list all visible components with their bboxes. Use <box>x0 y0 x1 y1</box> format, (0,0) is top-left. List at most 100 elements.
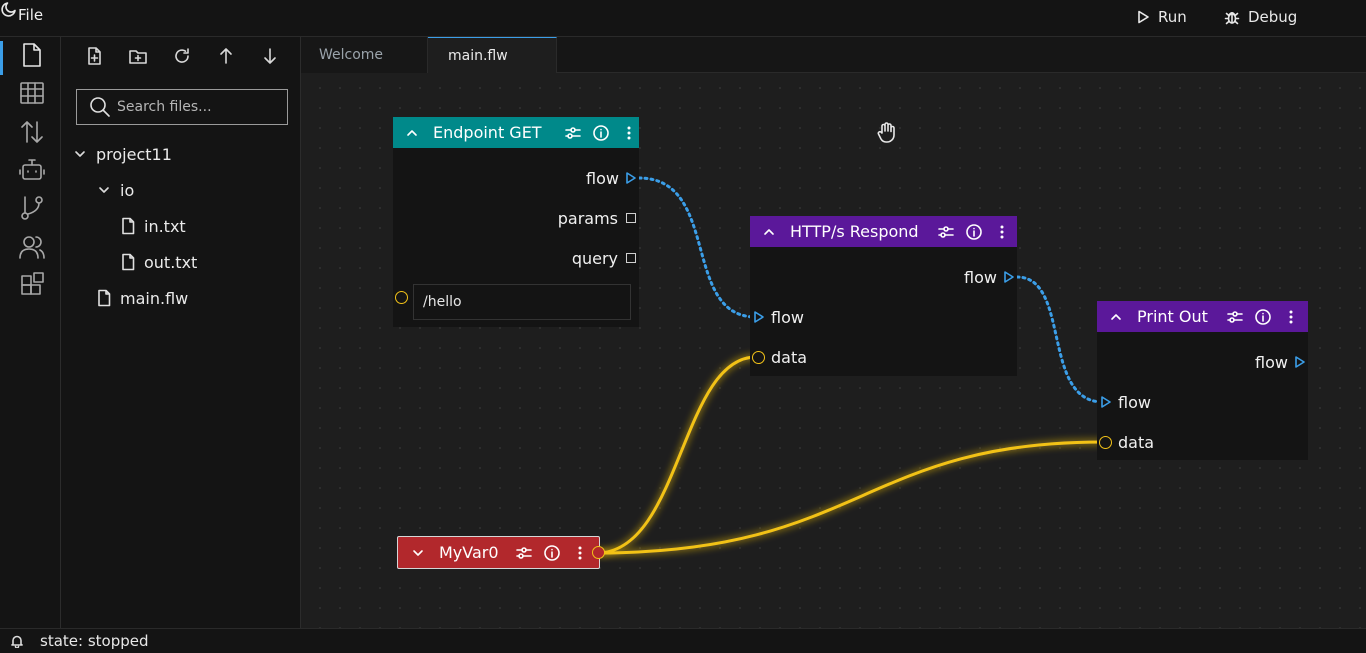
node-header[interactable]: Print Out <box>1097 301 1308 332</box>
data-input-port[interactable]: data <box>752 346 807 368</box>
search-icon <box>90 97 110 117</box>
node-title: Endpoint GET <box>433 123 542 142</box>
http-respond-node[interactable]: HTTP/s Respond flow flow data <box>750 216 1017 376</box>
port-label: data <box>1118 432 1155 452</box>
params-port-box[interactable] <box>626 213 636 223</box>
tab-welcome[interactable]: Welcome <box>301 37 428 73</box>
tree-file-in[interactable]: in.txt <box>120 214 186 238</box>
flow-input-port[interactable]: flow <box>753 306 804 328</box>
flow-input-port[interactable]: flow <box>1100 391 1151 413</box>
node-title: HTTP/s Respond <box>790 222 919 241</box>
more-vertical-icon[interactable] <box>1282 308 1300 326</box>
chevron-up-icon[interactable] <box>406 127 418 139</box>
menu-file[interactable]: File <box>18 6 43 24</box>
chevron-down-icon[interactable] <box>412 547 424 559</box>
print-out-node[interactable]: Print Out flow flow data <box>1097 301 1308 460</box>
path-input-port[interactable] <box>395 291 408 304</box>
more-vertical-icon[interactable] <box>571 544 589 562</box>
search-box[interactable] <box>76 89 288 125</box>
sort-icon[interactable] <box>18 118 46 146</box>
moon-icon <box>1 2 16 17</box>
debug-button[interactable]: Debug <box>1224 8 1297 26</box>
query-port-box[interactable] <box>626 253 636 263</box>
tree-folder-io[interactable]: io <box>98 178 134 202</box>
data-port-circle[interactable] <box>1099 435 1112 449</box>
node-header[interactable]: HTTP/s Respond <box>750 216 1017 247</box>
port-label: query <box>571 248 618 268</box>
tree-label: main.flw <box>120 288 189 308</box>
extensions-icon[interactable] <box>18 271 46 299</box>
flow-output-port[interactable]: flow <box>964 266 1015 288</box>
files-icon[interactable] <box>18 41 46 69</box>
flow-output-port[interactable]: flow <box>1255 351 1306 373</box>
new-folder-icon[interactable] <box>128 46 148 66</box>
myvar-node[interactable]: MyVar0 <box>397 536 605 569</box>
data-port-circle[interactable] <box>752 350 765 364</box>
status-text: state: stopped <box>40 632 149 650</box>
port-label: params <box>557 208 618 228</box>
settings-sliders-icon[interactable] <box>1226 308 1244 326</box>
tree-file-out[interactable]: out.txt <box>120 250 197 274</box>
settings-sliders-icon[interactable] <box>564 124 582 142</box>
flow-wire-endpoint-to-http[interactable] <box>637 176 758 319</box>
arrow-down-icon[interactable] <box>260 46 280 66</box>
info-icon[interactable] <box>592 124 610 142</box>
settings-sliders-icon[interactable] <box>515 544 533 562</box>
data-wire-myvar-to-http[interactable] <box>596 355 757 555</box>
file-icon <box>98 289 111 307</box>
node-header[interactable]: Endpoint GET <box>393 117 639 148</box>
tree-label: project11 <box>96 144 172 164</box>
settings-sliders-icon[interactable] <box>937 223 955 241</box>
port-label: flow <box>964 267 997 287</box>
more-vertical-icon[interactable] <box>620 124 638 142</box>
table-icon[interactable] <box>18 79 46 107</box>
data-output-port[interactable] <box>591 546 605 559</box>
chevron-up-icon[interactable] <box>1110 311 1122 323</box>
git-branch-icon[interactable] <box>18 194 46 222</box>
node-header[interactable]: MyVar0 <box>398 537 605 568</box>
flow-port-triangle-icon[interactable] <box>1100 396 1112 408</box>
flow-canvas[interactable]: Endpoint GET flow params query /hello HT… <box>301 73 1366 628</box>
tree-file-main[interactable]: main.flw <box>96 286 188 310</box>
port-label: flow <box>1118 392 1151 412</box>
tab-main-flw[interactable]: main.flw <box>428 37 557 74</box>
more-vertical-icon[interactable] <box>993 223 1011 241</box>
file-icon <box>122 217 135 235</box>
port-label: data <box>771 347 808 367</box>
tree-label: out.txt <box>144 252 198 272</box>
robot-icon[interactable] <box>18 156 46 184</box>
flow-port-triangle-icon[interactable] <box>1294 356 1306 368</box>
flow-port-triangle-icon[interactable] <box>625 172 637 184</box>
info-icon[interactable] <box>543 544 561 562</box>
bell-icon[interactable] <box>10 634 24 648</box>
new-file-icon[interactable] <box>84 46 104 66</box>
hand-cursor-icon <box>877 122 895 143</box>
data-wire-myvar-to-print[interactable] <box>596 440 1104 555</box>
node-title: MyVar0 <box>439 543 499 562</box>
activity-bar <box>0 37 61 628</box>
tree-folder-project[interactable]: project11 <box>74 142 172 166</box>
chevron-up-icon[interactable] <box>763 226 775 238</box>
flow-output-port[interactable]: flow <box>586 167 637 189</box>
flow-wire-http-to-print[interactable] <box>1015 275 1105 404</box>
active-indicator <box>0 41 3 75</box>
query-port[interactable]: query <box>572 247 636 269</box>
params-port[interactable]: params <box>558 207 636 229</box>
debug-label: Debug <box>1248 8 1298 26</box>
flow-port-triangle-icon[interactable] <box>1003 271 1015 283</box>
tree-label: io <box>120 180 135 200</box>
tab-bar: Welcome main.flw <box>301 37 1366 74</box>
flow-port-triangle-icon[interactable] <box>753 311 765 323</box>
endpoint-path-input[interactable] <box>413 284 631 320</box>
arrow-up-icon[interactable] <box>216 46 236 66</box>
play-icon <box>1138 10 1149 24</box>
run-label: Run <box>1158 8 1187 26</box>
endpoint-get-node[interactable]: Endpoint GET flow params query <box>393 117 639 327</box>
info-icon[interactable] <box>965 223 983 241</box>
info-icon[interactable] <box>1254 308 1272 326</box>
users-icon[interactable] <box>18 233 46 261</box>
data-input-port[interactable]: data <box>1099 431 1154 453</box>
refresh-icon[interactable] <box>172 46 192 66</box>
search-input[interactable] <box>117 99 277 115</box>
run-button[interactable]: Run <box>1136 8 1187 26</box>
